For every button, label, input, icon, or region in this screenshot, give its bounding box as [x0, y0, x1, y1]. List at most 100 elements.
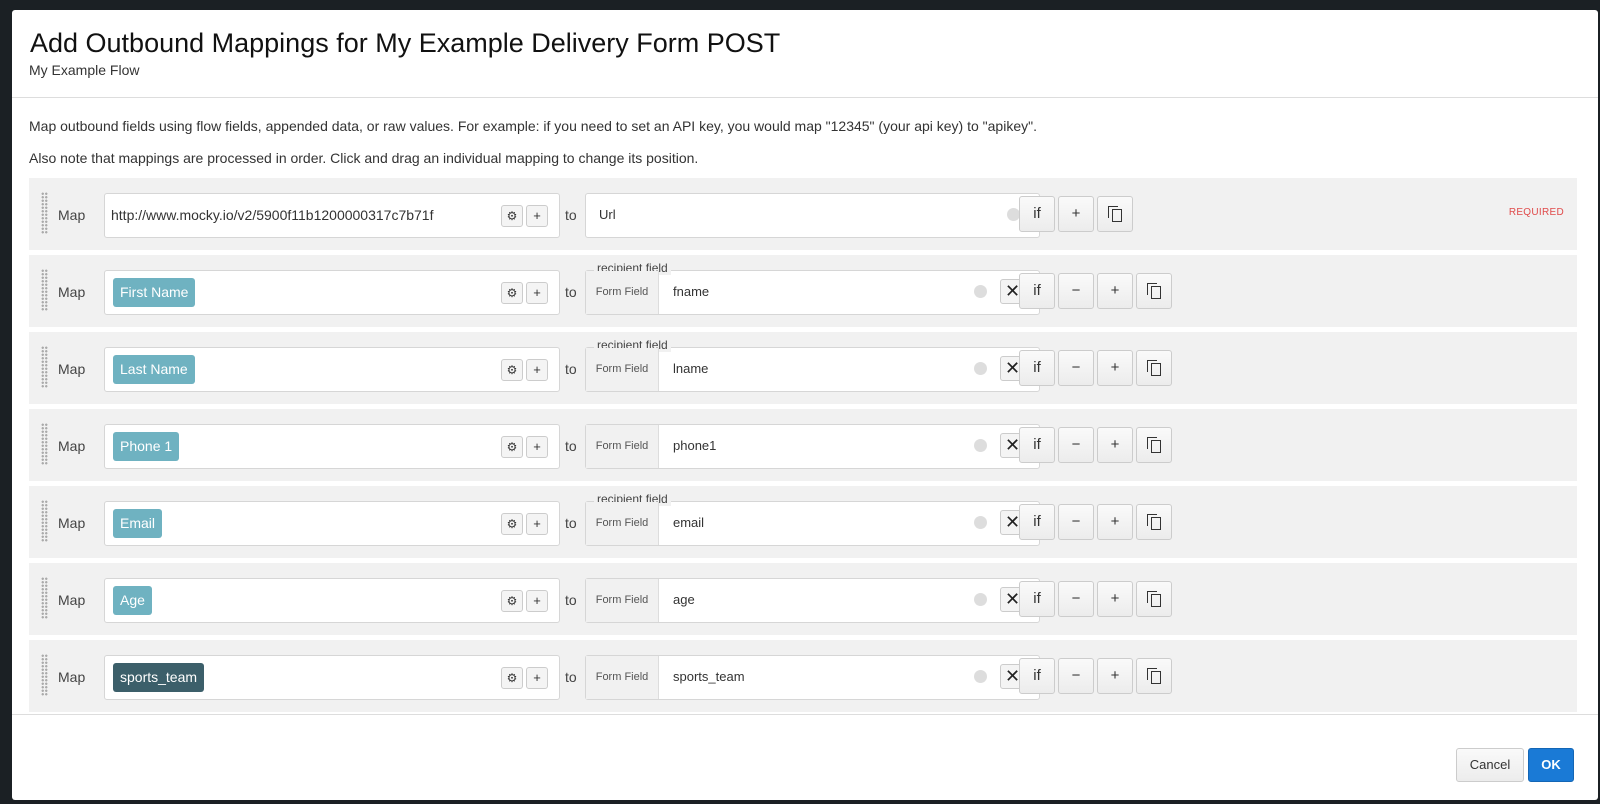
drag-handle[interactable]	[41, 346, 48, 388]
duplicate-mapping-button[interactable]	[1097, 196, 1133, 232]
mapping-row: Map Phone 1 ⚙ + to Form Field phone1 ✕ if − +	[29, 409, 1577, 481]
source-field[interactable]: http://www.mocky.io/v2/5900f11b120000031…	[104, 193, 560, 238]
add-source-button[interactable]: +	[526, 513, 548, 535]
duplicate-mapping-button[interactable]	[1136, 504, 1172, 540]
gear-icon[interactable]: ⚙	[501, 667, 523, 689]
drag-handle[interactable]	[41, 654, 48, 696]
source-field[interactable]: Last Name ⚙ +	[104, 347, 560, 392]
copy-icon	[1146, 360, 1162, 377]
source-field[interactable]: Age ⚙ +	[104, 578, 560, 623]
target-value: lname	[673, 361, 709, 376]
gear-icon[interactable]: ⚙	[501, 282, 523, 304]
target-field[interactable]: recipient field Form Field email ✕	[585, 492, 1040, 546]
add-mapping-button[interactable]: +	[1097, 427, 1133, 463]
status-dot-icon	[974, 516, 987, 529]
status-dot-icon	[974, 285, 987, 298]
required-badge: REQUIRED	[1508, 207, 1564, 218]
source-field-tag[interactable]: Age	[113, 586, 152, 615]
target-value: sports_team	[673, 669, 745, 684]
map-label: Map	[58, 669, 86, 685]
condition-button[interactable]: if	[1019, 196, 1055, 232]
drag-handle[interactable]	[41, 423, 48, 465]
condition-button[interactable]: if	[1019, 350, 1055, 386]
dialog-header: Add Outbound Mappings for My Example Del…	[12, 10, 1598, 98]
source-field[interactable]: sports_team ⚙ +	[104, 655, 560, 700]
add-source-button[interactable]: +	[526, 436, 548, 458]
copy-icon	[1146, 437, 1162, 454]
to-label: to	[565, 515, 577, 531]
remove-mapping-button[interactable]: −	[1058, 350, 1094, 386]
gear-icon[interactable]: ⚙	[501, 205, 523, 227]
source-field-tag[interactable]: sports_team	[113, 663, 205, 692]
condition-button[interactable]: if	[1019, 427, 1055, 463]
copy-icon	[1146, 514, 1162, 531]
mapping-row: Map sports_team ⚙ + to Form Field sports_team ✕…	[29, 640, 1577, 712]
remove-mapping-button[interactable]: −	[1058, 658, 1094, 694]
map-label: Map	[58, 515, 86, 531]
gear-icon[interactable]: ⚙	[501, 590, 523, 612]
add-mapping-button[interactable]: +	[1097, 350, 1133, 386]
remove-mapping-button[interactable]: −	[1058, 581, 1094, 617]
copy-icon	[1107, 206, 1123, 223]
duplicate-mapping-button[interactable]	[1136, 350, 1172, 386]
dialog-footer: Cancel OK	[12, 714, 1598, 800]
remove-mapping-button[interactable]: −	[1058, 273, 1094, 309]
drag-handle[interactable]	[41, 500, 48, 542]
add-source-button[interactable]: +	[526, 590, 548, 612]
duplicate-mapping-button[interactable]	[1136, 581, 1172, 617]
copy-icon	[1146, 591, 1162, 608]
duplicate-mapping-button[interactable]	[1136, 427, 1172, 463]
source-field-tag[interactable]: Last Name	[113, 355, 195, 384]
mapping-row: Map http://www.mocky.io/v2/5900f11b120000…	[29, 178, 1577, 250]
add-mapping-button[interactable]: +	[1097, 273, 1133, 309]
drag-handle[interactable]	[41, 269, 48, 311]
source-field[interactable]: First Name ⚙ +	[104, 270, 560, 315]
to-label: to	[565, 284, 577, 300]
target-field[interactable]: Form Field age ✕	[585, 578, 1040, 623]
add-mapping-button[interactable]: +	[1058, 196, 1094, 232]
to-label: to	[565, 207, 577, 223]
source-field-tag[interactable]: Phone 1	[113, 432, 180, 461]
mapping-dialog: Add Outbound Mappings for My Example Del…	[12, 10, 1598, 800]
duplicate-mapping-button[interactable]	[1136, 273, 1172, 309]
source-value: http://www.mocky.io/v2/5900f11b120000031…	[111, 207, 434, 223]
add-source-button[interactable]: +	[526, 359, 548, 381]
drag-handle[interactable]	[41, 577, 48, 619]
condition-button[interactable]: if	[1019, 581, 1055, 617]
source-field[interactable]: Email ⚙ +	[104, 501, 560, 546]
add-source-button[interactable]: +	[526, 667, 548, 689]
target-field[interactable]: recipient field Form Field lname ✕	[585, 338, 1040, 392]
cancel-button[interactable]: Cancel	[1456, 748, 1524, 782]
source-field-tag[interactable]: Email	[113, 509, 163, 538]
target-field[interactable]: recipient field Form Field fname ✕	[585, 261, 1040, 315]
duplicate-mapping-button[interactable]	[1136, 658, 1172, 694]
status-dot-icon	[974, 670, 987, 683]
to-label: to	[565, 438, 577, 454]
add-source-button[interactable]: +	[526, 282, 548, 304]
target-type-label: Form Field	[586, 502, 659, 545]
gear-icon[interactable]: ⚙	[501, 436, 523, 458]
condition-button[interactable]: if	[1019, 658, 1055, 694]
map-label: Map	[58, 361, 86, 377]
remove-mapping-button[interactable]: −	[1058, 504, 1094, 540]
add-mapping-button[interactable]: +	[1097, 658, 1133, 694]
source-field-tag[interactable]: First Name	[113, 278, 196, 307]
to-label: to	[565, 361, 577, 377]
add-mapping-button[interactable]: +	[1097, 581, 1133, 617]
target-field[interactable]: Form Field phone1 ✕	[585, 424, 1040, 469]
add-mapping-button[interactable]: +	[1097, 504, 1133, 540]
add-source-button[interactable]: +	[526, 205, 548, 227]
condition-button[interactable]: if	[1019, 504, 1055, 540]
remove-mapping-button[interactable]: −	[1058, 427, 1094, 463]
ok-button[interactable]: OK	[1528, 748, 1574, 782]
gear-icon[interactable]: ⚙	[501, 359, 523, 381]
gear-icon[interactable]: ⚙	[501, 513, 523, 535]
condition-button[interactable]: if	[1019, 273, 1055, 309]
target-field[interactable]: Url	[585, 193, 1040, 238]
target-type-label: Form Field	[586, 348, 659, 391]
target-field[interactable]: Form Field sports_team ✕	[585, 655, 1040, 700]
mappings-list: Map http://www.mocky.io/v2/5900f11b120000…	[29, 178, 1577, 717]
copy-icon	[1146, 668, 1162, 685]
drag-handle[interactable]	[41, 192, 48, 234]
source-field[interactable]: Phone 1 ⚙ +	[104, 424, 560, 469]
